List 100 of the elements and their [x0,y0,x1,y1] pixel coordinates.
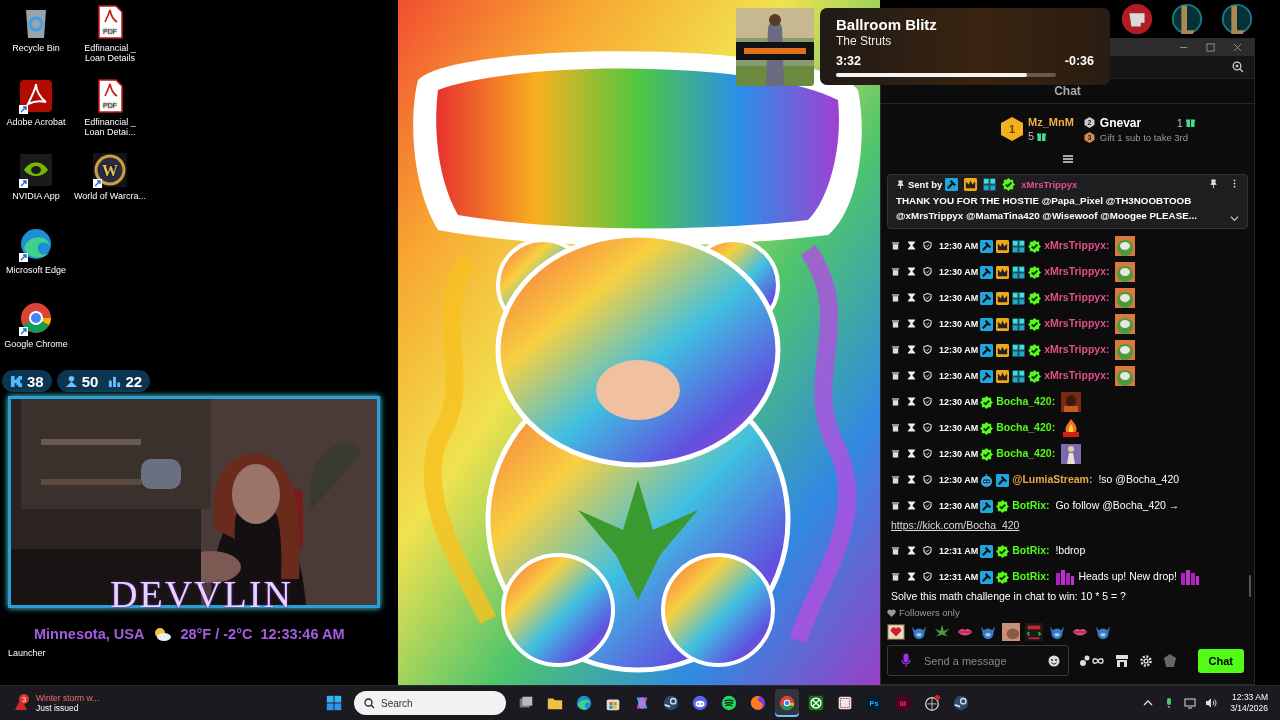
shield-icon[interactable] [923,449,932,458]
emote-icon [1115,288,1136,309]
close-icon[interactable] [1233,43,1242,52]
hourglass-icon[interactable] [907,423,916,432]
chat-username[interactable]: BotRix: [1012,570,1050,582]
hourglass-icon[interactable] [907,319,916,328]
shield-icon[interactable] [923,423,932,432]
taskbar-date[interactable]: 3/14/2026 [1230,703,1268,714]
trash-icon[interactable] [891,319,900,328]
game-emblem-icon[interactable] [1220,2,1254,36]
scrollbar-thumb[interactable] [1249,575,1251,597]
hourglass-icon[interactable] [907,475,916,484]
collapse-icon[interactable] [1061,154,1074,164]
emote-icon [1115,366,1136,387]
store-icon[interactable] [1115,652,1129,669]
trash-icon[interactable] [891,345,900,354]
chat-username[interactable]: Bocha_420: [996,395,1056,407]
chat-username[interactable]: xMrsTrippyx: [1044,239,1110,251]
notification-title[interactable]: Winter storm w... [36,693,100,703]
message-field[interactable]: Send a message [887,645,1069,676]
desktop-shortcut[interactable]: Microsoft Edge [0,226,72,300]
shield-icon[interactable] [923,293,932,302]
search-field[interactable]: Search [354,691,506,715]
chat-username[interactable]: BotRix: [1012,499,1050,511]
chat-username[interactable]: Bocha_420: [996,447,1056,459]
trash-icon[interactable] [891,546,900,555]
badge-icon[interactable] [1163,652,1177,669]
chat-username[interactable]: Bocha_420: [996,421,1056,433]
shield-icon[interactable] [923,572,932,581]
trash-icon[interactable] [891,423,900,432]
trash-icon[interactable] [891,572,900,581]
maximize-icon[interactable] [1206,43,1215,52]
trash-icon[interactable] [891,449,900,458]
crown-badge-icon [996,317,1010,331]
emoji-icon[interactable] [1048,655,1060,667]
hourglass-icon[interactable] [907,501,916,510]
leaderboard-prompt: Gift 1 sub to take 3rd [1099,131,1189,143]
chat-username[interactable]: @LumiaStream: [1012,473,1093,485]
shield-icon[interactable] [923,475,932,484]
emote-icon [1115,262,1136,283]
shield-icon[interactable] [923,241,932,250]
fist-logo-icon[interactable] [1120,2,1154,36]
desktop-shortcut[interactable]: W World of Warcra... [74,152,146,226]
message-text: Go follow @Bocha_420 → [1055,499,1180,511]
pin-icon[interactable] [1209,179,1218,188]
shield-icon[interactable] [923,319,932,328]
emote-icon [1115,340,1136,361]
chat-username[interactable]: BotRix: [1012,544,1050,556]
hourglass-icon[interactable] [907,546,916,555]
desktop-shortcut[interactable]: Recycle Bin [0,4,72,78]
hourglass-icon[interactable] [907,371,916,380]
shield-icon[interactable] [923,345,932,354]
stat-value: 38 [27,372,44,390]
hourglass-icon[interactable] [907,345,916,354]
trash-icon[interactable] [891,475,900,484]
browser-icon[interactable] [775,689,799,717]
chat-username[interactable]: xMrsTrippyx: [1044,343,1110,355]
chat-username[interactable]: xMrsTrippyx: [1044,265,1110,277]
zoom-icon[interactable] [1232,61,1244,73]
settings-icon[interactable] [1139,652,1153,669]
chat-username[interactable]: xMrsTrippyx: [1044,291,1110,303]
emote-icon [1061,418,1082,439]
taskbar-time[interactable]: 12:33 AM [1232,692,1268,703]
volume-icon[interactable] [1205,697,1218,709]
trash-icon[interactable] [891,293,900,302]
timestamp: 12:30 AM [939,345,979,355]
monitor-icon[interactable] [1184,697,1197,709]
chevron-down-icon[interactable] [1230,214,1239,223]
trash-icon[interactable] [891,241,900,250]
pinned-username[interactable]: xMrsTrippyx [1021,179,1078,190]
hourglass-icon[interactable] [907,397,916,406]
timestamp: 12:30 AM [939,475,979,485]
hourglass-icon[interactable] [907,293,916,302]
desktop-shortcut[interactable]: NVIDIA App [0,152,72,226]
timestamp: 12:31 AM [939,546,979,556]
leader-name[interactable]: Gnevar [1099,115,1172,130]
shield-icon[interactable] [923,397,932,406]
hourglass-icon[interactable] [907,572,916,581]
trash-icon[interactable] [891,371,900,380]
pinned-text: THANK YOU FOR THE HOSTIE @Papa_Pixel @TH3NOOBTOOB @xMrsTrippyx @MamaTina420 @Wisewoof @Moogee PLEASE... [896,194,1198,223]
emote-icon [1061,444,1082,465]
hourglass-icon[interactable] [907,449,916,458]
leader-name[interactable]: Mz_MnM [1028,116,1074,128]
desktop-shortcut[interactable]: Adobe Acrobat [0,78,72,152]
hourglass-icon[interactable] [907,267,916,276]
trash-icon[interactable] [891,267,900,276]
shield-icon[interactable] [923,546,932,555]
trash-icon[interactable] [891,501,900,510]
microphone-icon[interactable] [901,653,911,668]
message-link[interactable]: https://kick.com/Bocha_420 [891,519,1020,531]
hourglass-icon[interactable] [907,241,916,250]
chat-username[interactable]: xMrsTrippyx: [1044,369,1110,381]
desktop-shortcut[interactable]: Google Chrome [0,300,72,374]
trash-icon[interactable] [891,397,900,406]
shield-icon[interactable] [923,501,932,510]
chat-username[interactable]: xMrsTrippyx: [1044,317,1110,329]
shield-icon[interactable] [923,267,932,276]
send-chat-button[interactable]: Chat [1197,648,1244,673]
shield-icon[interactable] [923,371,932,380]
game-emblem-icon[interactable] [1170,2,1204,36]
